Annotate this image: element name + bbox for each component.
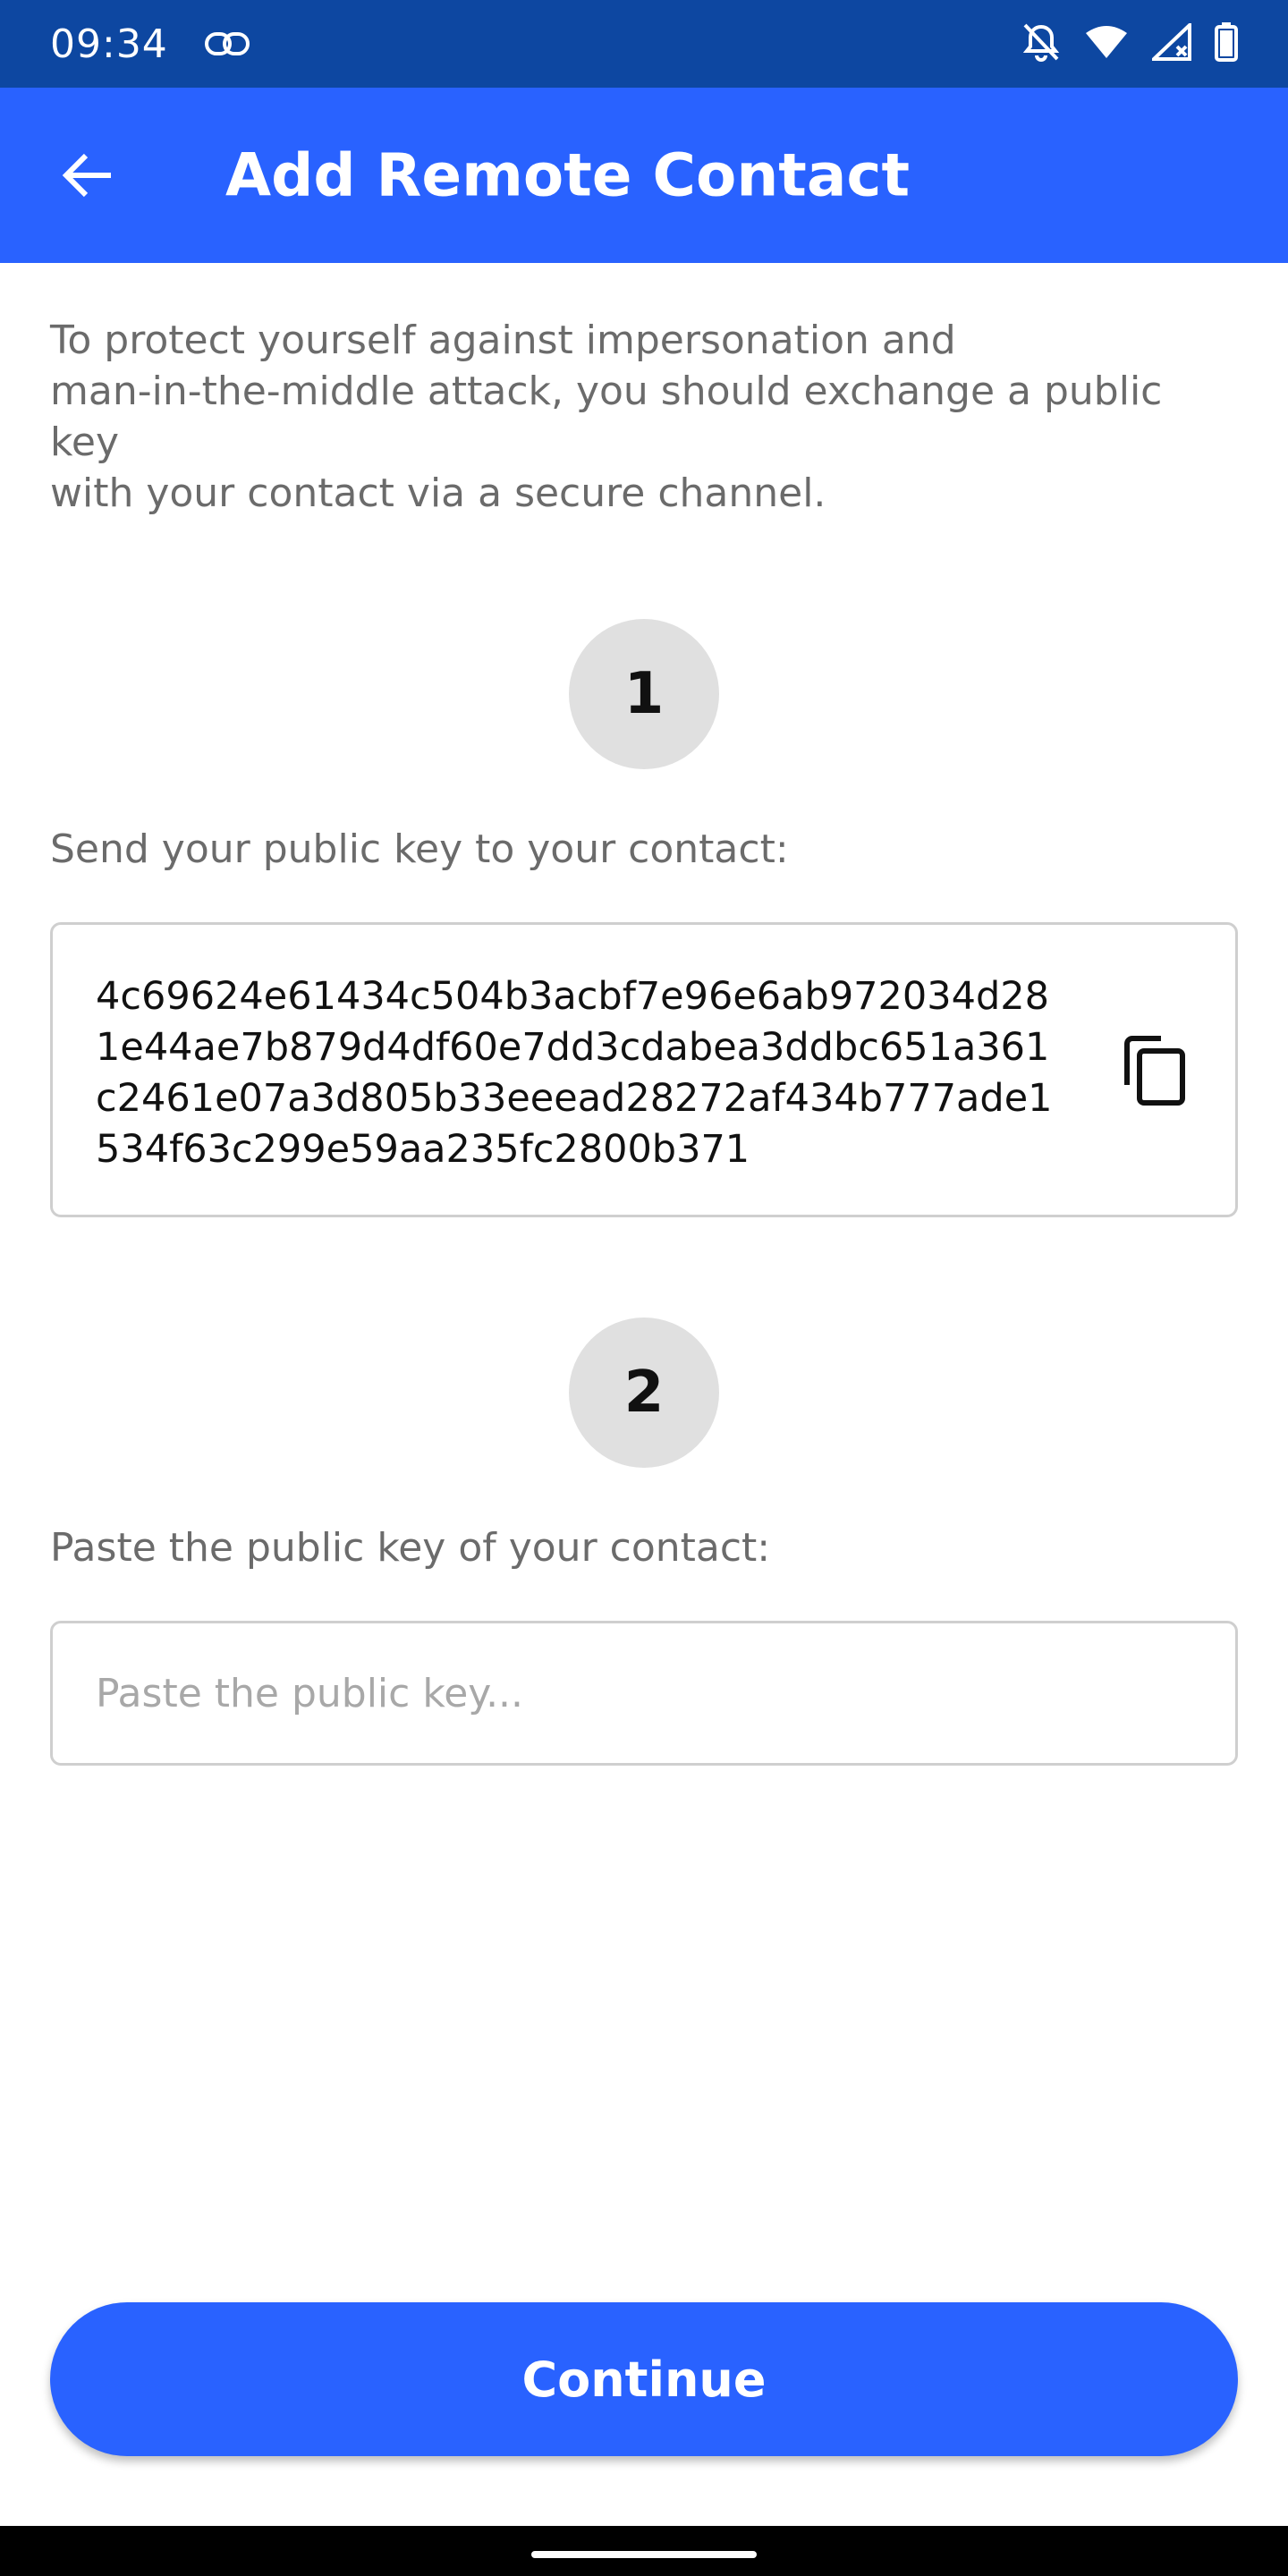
link-icon xyxy=(204,30,250,57)
status-time: 09:34 xyxy=(50,21,168,67)
app-bar: Add Remote Contact xyxy=(0,88,1288,263)
arrow-back-icon xyxy=(62,153,111,198)
back-button[interactable] xyxy=(45,132,131,218)
step-2-badge: 2 xyxy=(569,1318,719,1468)
public-key-box: 4c69624e61434c504b3acbf7e96e6ab972034d28… xyxy=(50,922,1238,1217)
copy-icon xyxy=(1124,1036,1185,1106)
public-key-input[interactable] xyxy=(50,1621,1238,1766)
page-title: Add Remote Contact xyxy=(225,140,911,210)
public-key-text: 4c69624e61434c504b3acbf7e96e6ab972034d28… xyxy=(96,974,1053,1172)
status-icons xyxy=(1021,20,1238,67)
step-1-badge: 1 xyxy=(569,619,719,769)
navigation-bar xyxy=(0,2526,1288,2576)
wifi-icon xyxy=(1084,24,1129,64)
step-1-label: Send your public key to your contact: xyxy=(50,826,789,872)
status-bar: 09:34 xyxy=(0,0,1288,88)
intro-text: To protect yourself against impersonatio… xyxy=(50,318,1163,516)
continue-button[interactable]: Continue xyxy=(50,2302,1238,2456)
notifications-off-icon xyxy=(1021,21,1061,67)
copy-button[interactable] xyxy=(1115,1030,1196,1111)
step-2-label: Paste the public key of your contact: xyxy=(50,1525,771,1571)
battery-icon xyxy=(1215,21,1238,66)
home-indicator[interactable] xyxy=(531,2551,757,2558)
main-content: To protect yourself against impersonatio… xyxy=(50,263,1238,1766)
cellular-signal-icon xyxy=(1148,20,1191,65)
